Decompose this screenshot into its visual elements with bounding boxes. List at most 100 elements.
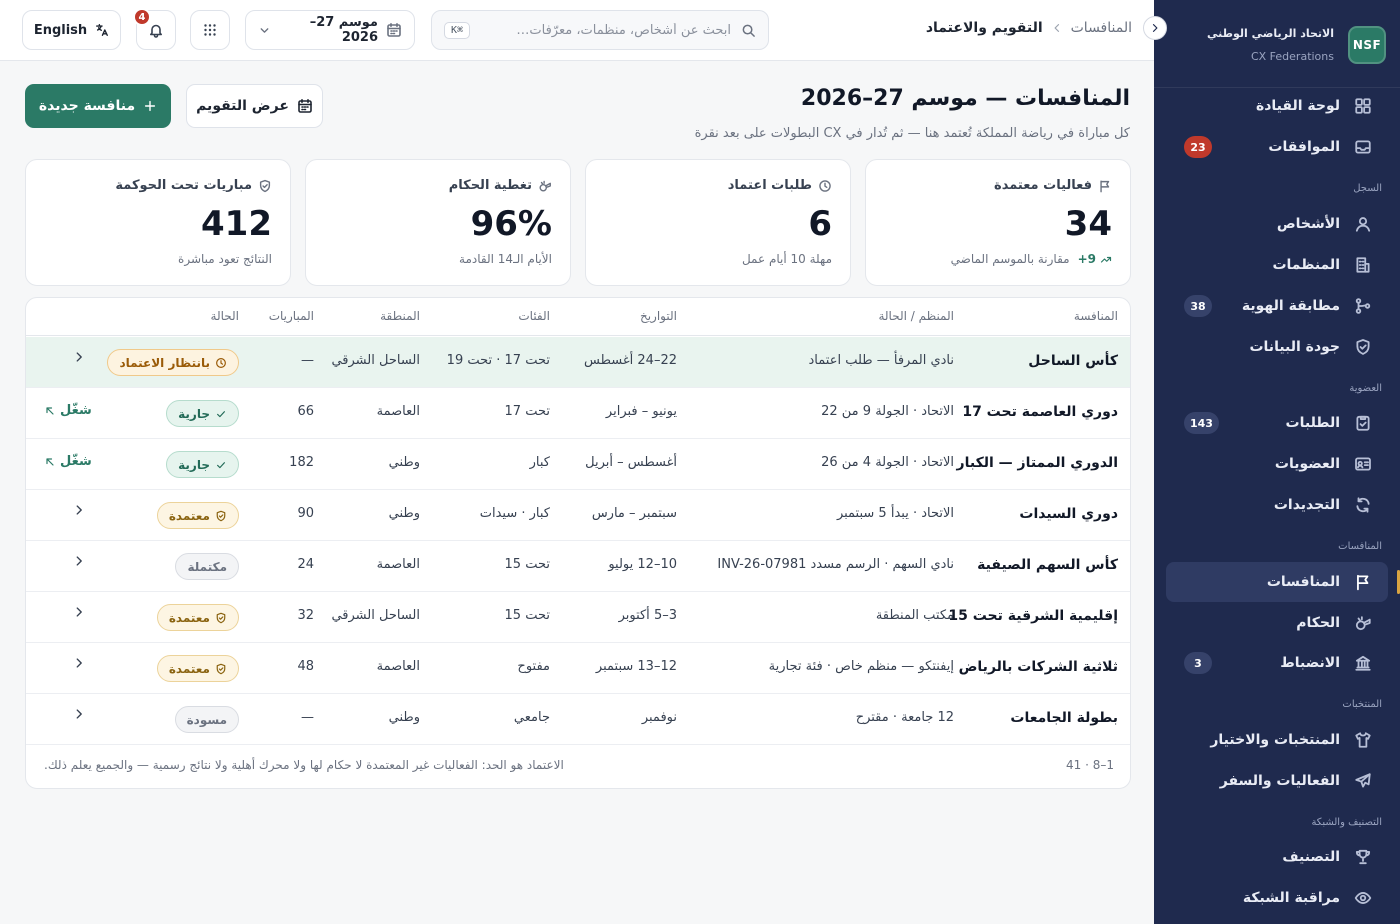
row-open-button[interactable]: [72, 656, 86, 670]
sidebar-section-ranking: التصنيف والشبكة: [1311, 817, 1382, 828]
competition-region: الساحل الشرقي: [331, 353, 420, 368]
applications-count-badge: 143: [1184, 412, 1219, 434]
organizer-status: 12 جامعة · مقترح: [855, 710, 954, 725]
sidebar-section-membership: العضوية: [1349, 383, 1382, 394]
kpi-footnote: النتائج تعود مباشرة: [178, 252, 272, 266]
table-row[interactable]: ثلاثية الشركات بالرياض إيفنتكو — منظم خاص…: [26, 643, 1130, 694]
flag-icon: [1354, 573, 1372, 591]
organizer-status: الاتحاد · الجولة 9 من 22: [821, 404, 954, 419]
search-input[interactable]: [480, 22, 731, 38]
competition-dates: 10–12 يوليو: [608, 557, 677, 572]
competition-name[interactable]: إقليمية الشرقية تحت 15: [948, 608, 1118, 624]
kpi-card-approved-events: فعاليات معتمدة 34 +9 مقارنة بالموسم الما…: [865, 159, 1131, 286]
competition-name[interactable]: ثلاثية الشركات بالرياض: [959, 659, 1118, 675]
status-badge: مسودة: [174, 706, 239, 733]
notifications-button[interactable]: 4: [133, 8, 176, 50]
view-calendar-button[interactable]: عرض التقويم: [186, 84, 323, 128]
table-row[interactable]: كأس الساحل نادي المرفأ — طلب اعتماد 22–24 …: [26, 337, 1130, 388]
merge-icon: [1354, 297, 1372, 315]
eye-icon: [1354, 889, 1372, 907]
chevron-left-icon: [1051, 22, 1063, 34]
global-search[interactable]: ⌘K: [431, 10, 769, 50]
sidebar-item-competitions[interactable]: المنافسات: [1166, 562, 1388, 602]
row-open-button[interactable]: [72, 707, 86, 721]
competition-name[interactable]: كأس السهم الصيفية: [977, 557, 1118, 573]
whistle-icon: [538, 179, 552, 193]
run-label: شغّل: [60, 454, 92, 469]
season-select[interactable]: موسم 27–2026: [245, 10, 415, 50]
kpi-value: 412: [201, 204, 272, 244]
table-row[interactable]: كأس السهم الصيفية نادي السهم · الرسم مسدد…: [26, 541, 1130, 592]
sidebar-item-network-monitor[interactable]: مراقبة الشبكة: [1166, 879, 1388, 917]
sidebar-item-applications[interactable]: الطلبات 143: [1166, 404, 1388, 442]
sidebar-item-people[interactable]: الأشخاص: [1166, 205, 1388, 243]
sidebar-item-events-travel[interactable]: الفعاليات والسفر: [1166, 762, 1388, 800]
sidebar-item-teams-selection[interactable]: المنتخبات والاختيار: [1166, 721, 1388, 759]
row-open-button[interactable]: [72, 605, 86, 619]
competition-name[interactable]: بطولة الجامعات: [1010, 710, 1118, 726]
new-competition-button[interactable]: منافسة جديدة: [25, 84, 171, 128]
breadcrumb-current: التقويم والاعتماد: [925, 20, 1043, 36]
table-header-row: المنافسة المنظم / الحالة التواريخ الفئات…: [26, 298, 1130, 336]
competition-name[interactable]: الدوري الممتاز — الكبار: [957, 455, 1118, 471]
sidebar-item-data-quality[interactable]: جودة البيانات: [1166, 328, 1388, 366]
sidebar-item-renewals[interactable]: التجديدات: [1166, 486, 1388, 524]
competition-name[interactable]: دوري العاصمة تحت 17: [962, 404, 1118, 420]
sidebar-item-dashboard[interactable]: لوحة القيادة: [1166, 87, 1388, 125]
table-row[interactable]: دوري العاصمة تحت 17 الاتحاد · الجولة 9 من…: [26, 388, 1130, 439]
row-open-button[interactable]: [72, 503, 86, 517]
table-row[interactable]: الدوري الممتاز — الكبار الاتحاد · الجولة …: [26, 439, 1130, 490]
sidebar-item-identity-match[interactable]: مطابقة الهوية 38: [1166, 287, 1388, 325]
brand-logo: NSF: [1348, 26, 1386, 64]
language-label: English: [33, 22, 88, 38]
search-shortcut-hint: ⌘K: [444, 21, 471, 39]
competition-region: وطني: [388, 506, 420, 521]
sidebar-item-label: مراقبة الشبكة: [1242, 890, 1340, 906]
sidebar-item-label: الأشخاص: [1276, 216, 1340, 232]
competition-dates: نوفمبر: [641, 710, 677, 725]
sidebar-item-approvals[interactable]: الموافقات 23: [1166, 128, 1388, 166]
status-label: بانتظار الاعتماد: [119, 355, 210, 370]
breadcrumb-parent-link[interactable]: المنافسات: [1071, 20, 1132, 36]
row-open-button[interactable]: [72, 350, 86, 364]
sidebar-section-teams: المنتخبات: [1342, 699, 1382, 710]
sidebar-item-referees[interactable]: الحكام: [1166, 604, 1388, 642]
sidebar-item-memberships[interactable]: العضويات: [1166, 445, 1388, 483]
language-switch-button[interactable]: English: [22, 10, 121, 50]
status-badge: معتمدة: [156, 502, 239, 529]
sidebar-item-label: التصنيف: [1282, 849, 1340, 865]
sidebar-item-discipline[interactable]: الانضباط 3: [1166, 644, 1388, 682]
organizer-status: مكتب المنطقة: [875, 608, 954, 623]
sidebar-collapse-button[interactable]: [1143, 16, 1167, 40]
competition-region: العاصمة: [376, 404, 420, 419]
competition-categories: جامعي: [513, 710, 550, 725]
run-competition-link[interactable]: شغّل: [44, 403, 92, 418]
sidebar-item-label: التجديدات: [1273, 497, 1340, 513]
status-badge: معتمدة: [156, 655, 239, 682]
table-row[interactable]: بطولة الجامعات 12 جامعة · مقترح نوفمبر جامع…: [26, 694, 1130, 745]
competition-name[interactable]: دوري السيدات: [1019, 506, 1118, 522]
row-open-button[interactable]: [72, 554, 86, 568]
apps-grid-button[interactable]: [190, 10, 230, 50]
match-count: 66: [297, 404, 314, 419]
competition-name[interactable]: كأس الساحل: [1028, 353, 1118, 369]
sidebar-item-ranking[interactable]: التصنيف: [1166, 838, 1388, 876]
competition-categories: تحت 15: [504, 557, 550, 572]
table-footnote: الاعتماد هو الحد: الفعاليات غير المعتمدة…: [44, 758, 564, 772]
column-header-competition: المنافسة: [1073, 309, 1118, 323]
table-row[interactable]: إقليمية الشرقية تحت 15 مكتب المنطقة 3–5 أك…: [26, 592, 1130, 643]
trophy-icon: [1354, 848, 1372, 866]
chevron-right-icon: [72, 656, 86, 670]
pagination-info: 1–8 · 41: [1065, 758, 1114, 772]
status-badge: مكتملة: [175, 553, 239, 580]
sidebar-item-organizations[interactable]: المنظمات: [1166, 246, 1388, 284]
shield-check-icon: [258, 179, 272, 193]
kpi-footnote: مقارنة بالموسم الماضي: [950, 252, 1070, 266]
id-card-icon: [1354, 455, 1372, 473]
sidebar-item-label: المنافسات: [1266, 574, 1340, 590]
table-row[interactable]: دوري السيدات الاتحاد · يبدأ 5 سبتمبر سبتمب…: [26, 490, 1130, 541]
plane-icon: [1354, 772, 1372, 790]
column-header-status: الحالة: [210, 309, 239, 323]
run-competition-link[interactable]: شغّل: [44, 454, 92, 469]
brand-name: الاتحاد الرياضي الوطني: [1207, 27, 1334, 40]
